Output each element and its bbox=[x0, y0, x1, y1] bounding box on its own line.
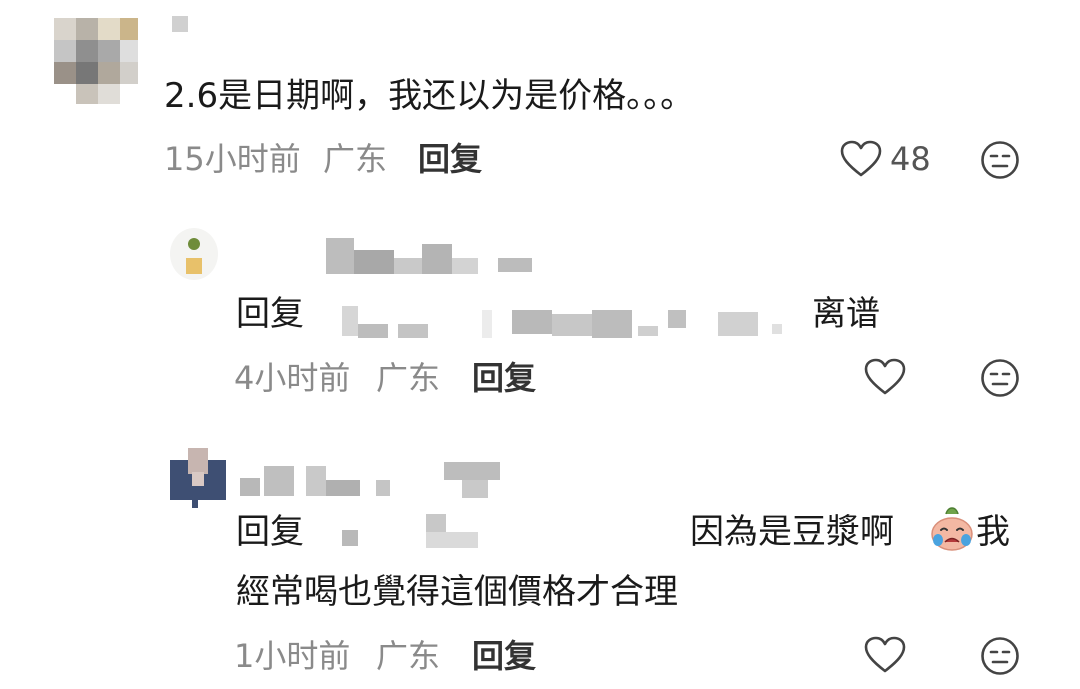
reply-text-line1-tail: 我 bbox=[976, 512, 1010, 552]
reply-prefix: 回复 bbox=[236, 294, 304, 334]
crying-face-emoji bbox=[928, 504, 976, 552]
reply-prefix: 回复 bbox=[236, 512, 304, 552]
reply-button[interactable]: 回复 bbox=[472, 360, 536, 396]
mentioned-user-redacted[interactable] bbox=[342, 512, 492, 552]
avatar[interactable] bbox=[166, 224, 222, 284]
mentioned-user-redacted[interactable] bbox=[342, 304, 792, 340]
reply-button[interactable]: 回复 bbox=[418, 141, 482, 177]
reply-time: 4小时前 bbox=[234, 359, 351, 397]
username-redacted[interactable] bbox=[172, 16, 188, 32]
reply-location: 广东 bbox=[376, 359, 441, 397]
reply-text-line2: 經常喝也覺得這個價格才合理 bbox=[236, 572, 678, 612]
heart-icon[interactable] bbox=[864, 636, 906, 674]
username-redacted[interactable] bbox=[240, 460, 520, 500]
avatar[interactable] bbox=[170, 442, 226, 508]
reply-text-line1: 因為是豆漿啊 bbox=[690, 512, 894, 552]
heart-icon[interactable] bbox=[840, 140, 882, 178]
comment-location: 广东 bbox=[323, 140, 388, 178]
comment-time: 15小时前 bbox=[164, 140, 301, 178]
reply-button[interactable]: 回复 bbox=[472, 638, 536, 674]
reply-location: 广东 bbox=[376, 637, 441, 675]
reply-time: 1小时前 bbox=[234, 637, 351, 675]
like-count: 48 bbox=[890, 140, 931, 178]
heart-icon[interactable] bbox=[864, 358, 906, 396]
unamused-face-icon[interactable] bbox=[980, 358, 1020, 398]
comment-text: 2.6是日期啊，我还以为是价格。。。 bbox=[164, 76, 695, 116]
unamused-face-icon[interactable] bbox=[980, 140, 1020, 180]
username-redacted[interactable] bbox=[326, 236, 536, 276]
unamused-face-icon[interactable] bbox=[980, 636, 1020, 676]
reply-text: 离谱 bbox=[812, 294, 880, 334]
avatar[interactable] bbox=[46, 14, 138, 106]
